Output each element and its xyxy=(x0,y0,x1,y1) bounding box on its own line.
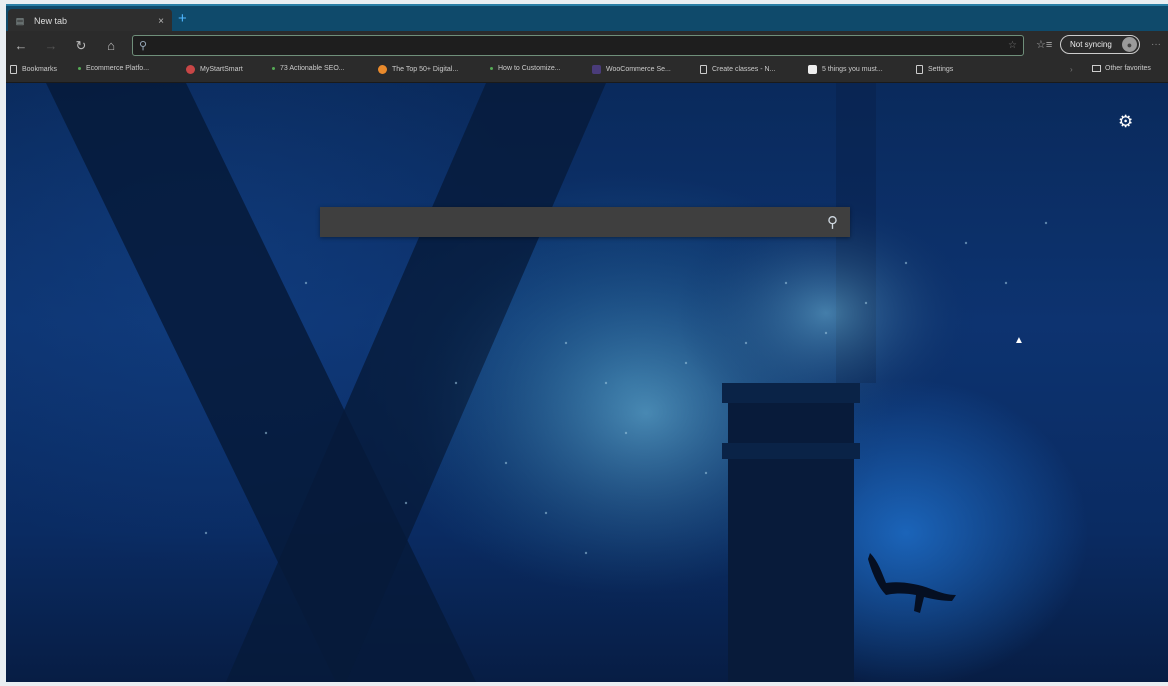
bookmark-item[interactable]: Create classes - N... xyxy=(700,65,775,74)
bookmarks-bar: Bookmarks Ecommerce Platfo... MyStartSma… xyxy=(6,60,1168,83)
dot-icon xyxy=(272,67,275,70)
bookmark-item[interactable]: Settings xyxy=(916,65,953,74)
tab-strip: ▤ New tab × + xyxy=(6,4,1168,33)
folder-icon xyxy=(1092,65,1101,72)
web-search-box[interactable]: ⚲ xyxy=(320,207,850,237)
home-button[interactable]: ⌂ xyxy=(100,38,122,53)
bookmark-label: How to Customize... xyxy=(498,65,561,72)
chevron-right-icon[interactable]: › xyxy=(1070,65,1073,74)
page-icon xyxy=(10,65,17,74)
profile-button[interactable]: Not syncing ● xyxy=(1060,35,1140,54)
more-menu-button[interactable]: ··· xyxy=(1151,39,1161,50)
bookmark-label: MyStartSmart xyxy=(200,66,243,73)
address-input[interactable] xyxy=(153,39,1009,52)
bookmark-label: The Top 50+ Digital... xyxy=(392,66,459,73)
bookmark-item[interactable]: The Top 50+ Digital... xyxy=(378,65,458,74)
favorites-button[interactable]: ☆≡ xyxy=(1036,38,1052,51)
forward-button[interactable]: → xyxy=(40,38,62,53)
page-icon xyxy=(700,65,707,74)
mouse-cursor-icon: ▲ xyxy=(1014,335,1024,346)
bookmark-item[interactable]: Bookmarks xyxy=(10,65,57,74)
background-image xyxy=(46,83,1048,682)
tab-title: New tab xyxy=(34,16,68,26)
page-icon: ▤ xyxy=(15,15,25,26)
gear-icon[interactable]: ⚙ xyxy=(1118,113,1133,130)
bookmark-label: Create classes - N... xyxy=(712,66,776,73)
page-icon xyxy=(916,65,923,74)
bookmark-item[interactable]: 5 things you must... xyxy=(808,65,883,74)
bookmark-item[interactable]: WooCommerce Se... xyxy=(592,65,671,74)
close-tab-icon[interactable]: × xyxy=(158,16,164,27)
new-tab-button[interactable]: + xyxy=(178,11,187,26)
web-search-input[interactable] xyxy=(330,208,827,236)
dot-icon xyxy=(78,67,81,70)
search-icon[interactable]: ⚲ xyxy=(827,213,838,231)
browser-window: ▤ New tab × + ← → ↻ ⌂ ⚲ ☆ ☆≡ Not syncing… xyxy=(6,4,1168,682)
star-icon[interactable]: ☆ xyxy=(1008,40,1017,51)
sync-status-label: Not syncing xyxy=(1070,40,1112,49)
site-favicon-icon xyxy=(592,65,601,74)
avatar-icon: ● xyxy=(1122,37,1137,52)
bookmark-label: Settings xyxy=(928,66,954,73)
bookmark-label: 5 things you must... xyxy=(822,66,883,73)
toolbar: ← → ↻ ⌂ ⚲ ☆ ☆≡ Not syncing ● ··· xyxy=(6,31,1168,60)
bookmark-item[interactable]: How to Customize... xyxy=(490,65,561,72)
new-tab-page: ⚙ ⚲ ▲ xyxy=(6,83,1168,682)
bookmark-item[interactable]: Ecommerce Platfo... xyxy=(78,65,149,72)
bookmark-label: 73 Actionable SEO... xyxy=(280,65,345,72)
bookmark-label: Ecommerce Platfo... xyxy=(86,65,150,72)
dot-icon xyxy=(490,67,493,70)
bookmark-label: Bookmarks xyxy=(22,66,58,73)
back-button[interactable]: ← xyxy=(10,38,32,53)
site-favicon-icon xyxy=(186,65,195,74)
address-bar[interactable]: ⚲ ☆ xyxy=(132,35,1024,56)
search-icon: ⚲ xyxy=(139,40,148,52)
site-favicon-icon xyxy=(378,65,387,74)
bookmark-item[interactable]: 73 Actionable SEO... xyxy=(272,65,345,72)
bookmark-label: WooCommerce Se... xyxy=(606,66,671,73)
bookmark-item[interactable]: MyStartSmart xyxy=(186,65,243,74)
tab-new-tab[interactable]: ▤ New tab × xyxy=(8,9,172,33)
site-favicon-icon xyxy=(808,65,817,74)
other-favorites-label: Other favorites xyxy=(1105,65,1151,72)
refresh-button[interactable]: ↻ xyxy=(70,38,92,54)
other-favorites-folder[interactable]: Other favorites xyxy=(1092,65,1151,72)
